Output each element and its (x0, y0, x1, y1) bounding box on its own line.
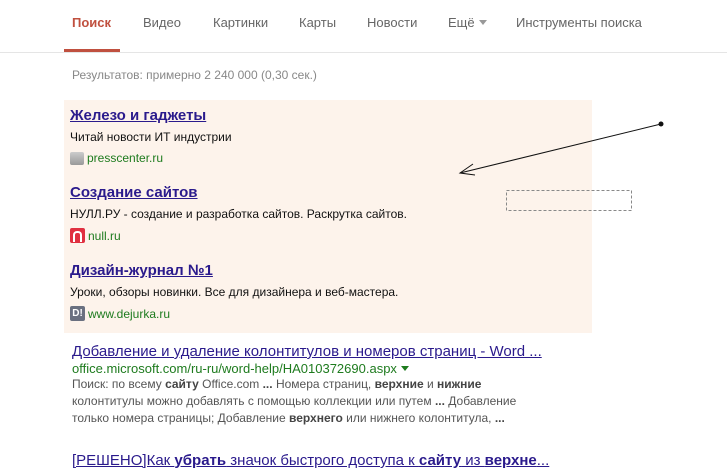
annotation-overlay (458, 121, 664, 211)
annotation-arrow-dot (658, 121, 664, 127)
annotation-dashed-rect (506, 190, 632, 211)
annotation-arrow-line (459, 123, 662, 174)
